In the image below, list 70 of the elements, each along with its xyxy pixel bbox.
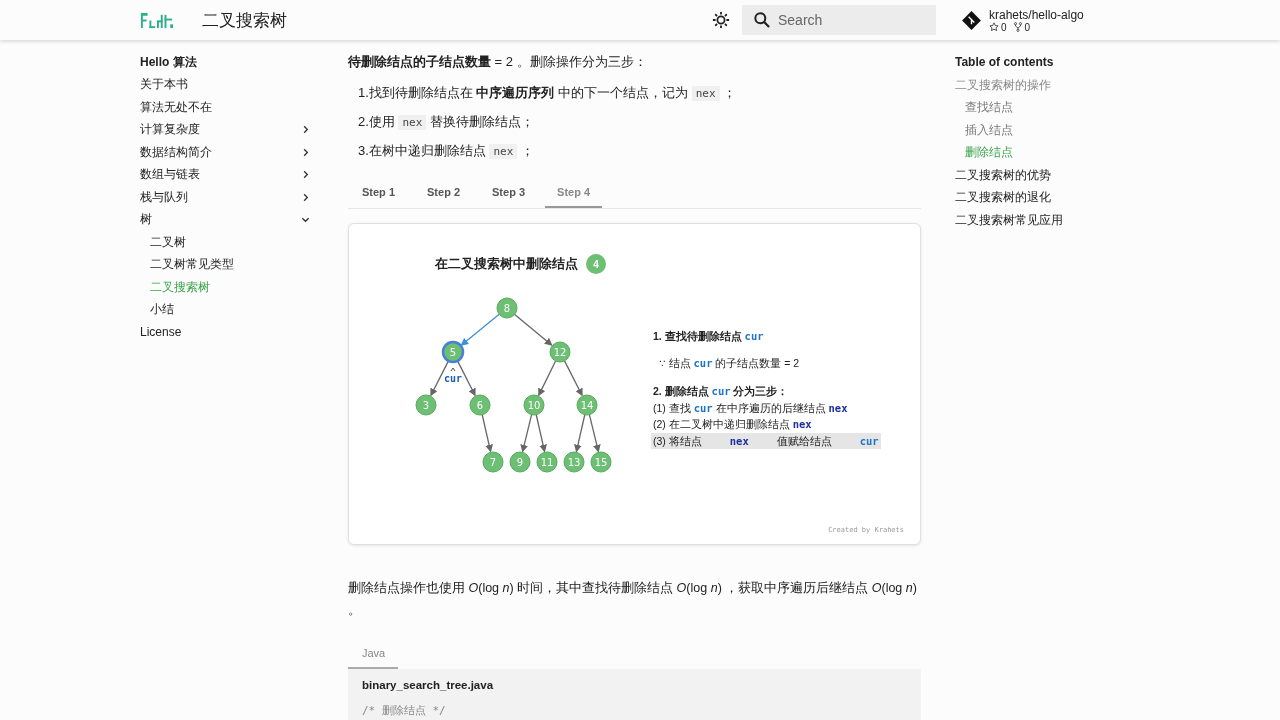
repo-name[interactable]: krahets/hello-algo [989,7,1084,22]
tree-node: 6 [469,394,491,416]
tree-node: 3 [415,394,437,416]
nav-item[interactable]: 树 [140,208,310,231]
nav-item[interactable]: 算法无处不在 [140,96,310,119]
tree-node: 11 [536,451,558,473]
tree-edge [588,414,601,453]
paragraph: 删除结点操作也使用 O(log n) 时间，其中查找待删除结点 O(log n) ，获取中序遍历后继结点 O(log n) 。 [348,580,918,619]
tree-node: 15 [590,451,612,473]
nav-item[interactable]: 小结 [140,298,310,321]
step-item: 1.找到待删除结点在 中序遍历序列 中的下一个结点，记为 nex ； [358,84,738,103]
logo-icon[interactable] [140,10,174,30]
nav-item[interactable]: 关于本书 [140,73,310,96]
tree-node: 13 [563,451,585,473]
tree-node: 12 [549,341,571,363]
step-tab[interactable]: Step 2 [415,178,473,208]
intro-text: 待删除结点的子结点数量 = 2 。删除操作分为三步： [348,53,648,71]
tree-edge [535,414,547,453]
star-count: 0 [1001,21,1007,33]
tree-node: 5 [441,340,465,364]
step-tab[interactable]: Step 3 [480,178,538,208]
note-line: 1. 查找待删除结点 cur [652,329,765,344]
step-item: 3.在树中递归删除结点 nex ； [358,142,535,161]
note-line: (2) 在二叉树中递归删除结点 nex [652,417,813,432]
nav-title: Hello 算法 [140,54,198,71]
note-line: 2. 删除结点 cur 分为三步： [652,384,790,399]
toc-item[interactable]: 插入结点 [955,118,1063,141]
toc-item[interactable]: 二叉搜索树的优势 [955,163,1063,186]
tree-edge [574,414,586,453]
tree-edge [481,414,493,453]
figure-title: 在二叉搜索树中删除结点 [435,255,578,273]
step-item: 2.使用 nex 替换待删除结点； [358,113,535,132]
tree-edge [520,414,533,453]
nav-item[interactable]: 二叉树 [140,231,310,254]
nav-item[interactable]: 数组与链表 [140,163,310,186]
file-name: binary_search_tree.java [362,679,495,691]
search-field[interactable]: Search [742,5,936,35]
nav-item[interactable]: License [140,321,310,344]
caret-icon [450,367,456,372]
code-line: /* 删除结点 */ [362,703,447,718]
tree-node: 10 [523,394,545,416]
nav-item[interactable]: 二叉树常见类型 [140,253,310,276]
search-icon [752,10,772,30]
tree-edge [514,313,553,346]
tree-edge [563,360,583,397]
step-badge: 4 [586,254,606,274]
tree-node: 9 [509,451,531,473]
pointer-label: cur [443,373,463,384]
note-line: (1) 查找 cur 在中序遍历的后继结点 nex [652,400,849,416]
brightness-icon[interactable] [712,11,730,29]
toc-item[interactable]: 二叉搜索树的操作 [955,73,1063,96]
tree-node: 7 [482,451,504,473]
step-tab[interactable]: Step 1 [350,178,407,208]
step-tab[interactable]: Step 4 [545,178,603,208]
tree-node: 8 [496,297,518,319]
tree-edge [460,313,500,346]
toc-title: Table of contents [955,54,1055,71]
toc-item[interactable]: 二叉搜索树常见应用 [955,208,1063,231]
page-title: 二叉搜索树 [202,9,287,32]
nav-item[interactable]: 数据结构简介 [140,141,310,164]
tree-node: 14 [576,394,598,416]
fork-count: 0 [1024,21,1031,33]
fork-icon [1012,22,1023,32]
star-icon [989,22,999,32]
toc-item[interactable]: 二叉搜索树的退化 [955,186,1063,209]
toc-item[interactable]: 查找结点 [955,96,1063,119]
nav-item[interactable]: 计算复杂度 [140,118,310,141]
note-line: ∵ 结点 cur 的子结点数量 = 2 [658,355,801,371]
nav-item[interactable]: 栈与队列 [140,186,310,209]
tree-edge [538,360,557,397]
